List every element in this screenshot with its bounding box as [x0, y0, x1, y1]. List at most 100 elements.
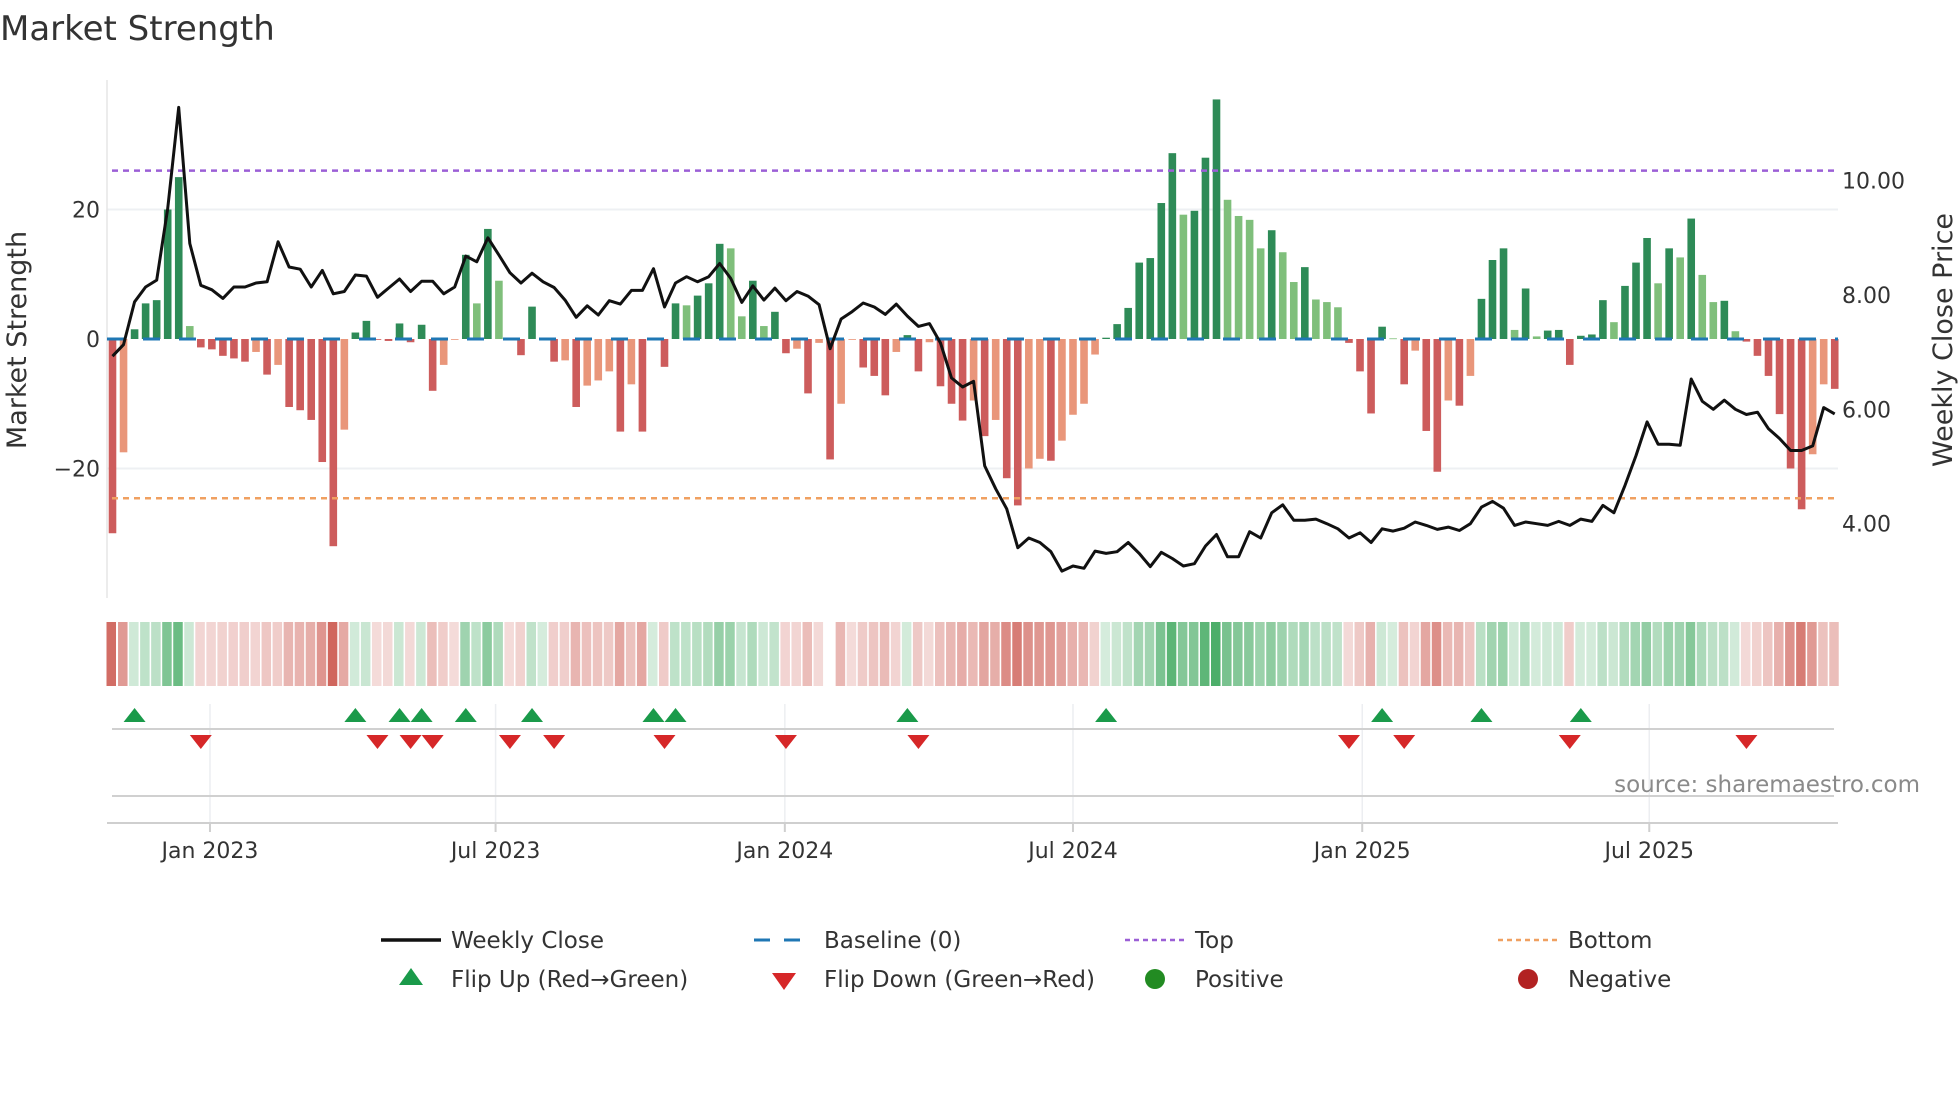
strip-cell [1365, 622, 1376, 686]
negative-strength-bar [208, 339, 216, 350]
flip-down-marker [1558, 735, 1581, 749]
strip-cell [1520, 622, 1530, 686]
negative-strength-bar [1422, 339, 1431, 431]
positive-strength-bar [473, 303, 481, 339]
strip-cell [106, 622, 116, 686]
negative-strength-bar [660, 339, 669, 367]
strip-cell [1663, 622, 1674, 686]
strip-cell [692, 622, 702, 686]
flip-up-marker [1371, 708, 1394, 722]
strip-cell [736, 622, 746, 686]
strip-cell [1674, 622, 1685, 686]
strip-cell [581, 622, 592, 686]
positive-strength-bar [1201, 157, 1210, 339]
negative-strength-bar [296, 339, 304, 411]
legend-item-baseline: Baseline (0) [754, 928, 961, 954]
negative-strength-bar [428, 339, 437, 391]
strip-cell [1376, 622, 1387, 686]
strip-cell [1531, 622, 1541, 686]
positive-strength-bar [1499, 248, 1508, 339]
negative-strength-bar [241, 339, 249, 362]
positive-strength-bar [1687, 218, 1696, 339]
flip-up-marker [454, 708, 477, 722]
positive-strength-bar [771, 311, 779, 339]
negative-strength-bar [1047, 339, 1055, 461]
strip-cell [1685, 622, 1696, 686]
strip-cell [250, 622, 261, 686]
positive-strength-bar [1709, 302, 1718, 339]
strip-cell [636, 622, 647, 686]
x-tick-label: Jan 2023 [160, 839, 259, 864]
strip-cell [283, 622, 294, 686]
legend-label: Negative [1568, 967, 1671, 993]
positive-strength-bar [760, 326, 768, 339]
strip-cell [1409, 622, 1420, 686]
x-tick-label: Jan 2025 [1312, 839, 1411, 864]
negative-strength-bar [561, 339, 569, 361]
legend-label: Bottom [1568, 928, 1652, 954]
strip-cell [272, 622, 283, 686]
strip-cell [1740, 622, 1751, 686]
flip-up-marker [344, 708, 367, 722]
negative-strength-bar [230, 339, 238, 359]
strip-cell [118, 622, 128, 686]
strip-cell [1056, 622, 1066, 686]
strip-cell [195, 622, 205, 686]
negative-strength-bar [274, 339, 282, 365]
positive-strength-bar [682, 305, 691, 339]
positive-strength-bar [1532, 336, 1541, 339]
strip-cell [1763, 622, 1773, 686]
strip-cell [1321, 622, 1331, 686]
flip-down-marker [189, 735, 212, 749]
negative-strength-bar [583, 339, 592, 386]
strip-cell [868, 622, 879, 686]
strip-cell [1398, 622, 1409, 686]
strip-cell [1619, 622, 1629, 686]
strip-cell [129, 622, 139, 686]
negative-strength-bar [815, 339, 823, 343]
strip-cell [1111, 622, 1122, 686]
strip-cell [1354, 622, 1365, 686]
strip-cell [1310, 622, 1320, 686]
strip-cell [1078, 622, 1089, 686]
strip-cell [1012, 622, 1022, 686]
strip-cell [1420, 622, 1431, 686]
strip-cell [405, 622, 415, 686]
strip-cell [394, 622, 404, 686]
left-tick-label: 20 [72, 199, 100, 224]
strip-cell [1332, 622, 1342, 686]
grid-lines [107, 208, 1838, 823]
negative-strength-bar [1444, 339, 1453, 401]
positive-strength-bar [715, 243, 724, 339]
flip-up-marker [123, 708, 146, 722]
legend-item-positive: Positive [1145, 967, 1284, 993]
strip-cell [1796, 622, 1806, 686]
strip-cell [1751, 622, 1762, 686]
positive-strength-bar [152, 300, 161, 339]
strip-cell [1575, 622, 1585, 686]
legend-label: Flip Up (Red→Green) [451, 967, 688, 993]
right-tick-label: 10.00 [1842, 170, 1905, 195]
negative-strength-bar [263, 339, 271, 375]
strip-cell [879, 622, 890, 686]
negative-strength-bar [826, 339, 834, 460]
negative-strength-bar [119, 339, 128, 453]
strip-cell [316, 622, 327, 686]
positive-strength-bar [1157, 203, 1166, 339]
strip-cell [1045, 622, 1055, 686]
negative-strength-bar [1455, 339, 1464, 406]
strip-cell [1387, 622, 1398, 686]
strip-cell [371, 622, 382, 686]
positive-strength-bar [1665, 248, 1673, 339]
strip-cell [935, 622, 945, 686]
positive-strength-bar [1334, 307, 1342, 339]
flip-down-marker [653, 735, 676, 749]
positive-strength-bar [1676, 257, 1684, 339]
flip-up-marker [896, 708, 919, 722]
legend-label: Flip Down (Green→Red) [824, 967, 1095, 993]
strength-bars [108, 99, 1839, 547]
negative-strength-bar [980, 339, 989, 437]
strip-cell [758, 622, 768, 686]
negative-strength-bar [925, 339, 934, 343]
positive-strength-bar [1267, 230, 1276, 339]
